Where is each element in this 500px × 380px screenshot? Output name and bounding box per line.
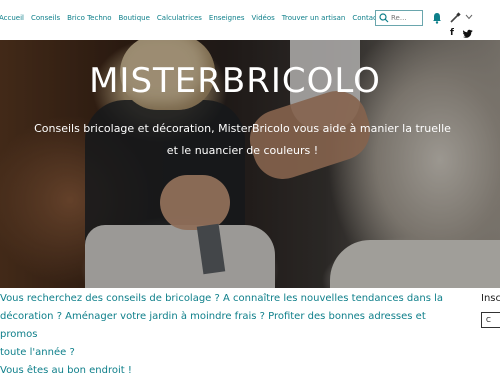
intro-line: toute l'année ? <box>0 347 75 358</box>
signup-title: Insc <box>481 293 500 304</box>
signup-button[interactable]: C <box>481 312 500 328</box>
bell-icon[interactable] <box>432 12 442 24</box>
intro-line: Vous recherchez des conseils de bricolag… <box>0 293 444 304</box>
hero-subtitle-line: et le nuancier de couleurs ! <box>166 144 319 157</box>
facebook-icon[interactable]: f <box>450 28 458 38</box>
search-input[interactable] <box>389 14 421 22</box>
nav-item-brico-techno[interactable]: Brico Techno <box>67 14 111 22</box>
nav-item-boutique[interactable]: Boutique <box>119 14 150 22</box>
nav-item-enseignes[interactable]: Enseignes <box>209 14 245 22</box>
search-icon <box>379 13 389 23</box>
nav-item-trouver-un-artisan[interactable]: Trouver un artisan <box>282 14 346 22</box>
hero-subtitle-line: Conseils bricolage et décoration, Mister… <box>34 122 451 135</box>
intro-line: décoration ? Aménager votre jardin à moi… <box>0 311 426 340</box>
search-box[interactable] <box>375 10 423 26</box>
nav-item-videos[interactable]: Vidéos <box>252 14 275 22</box>
hero-title: MISTERBRICOLO <box>89 61 381 101</box>
header: Accueil Conseils Brico Techno Boutique C… <box>0 0 500 40</box>
nav-item-accueil[interactable]: Accueil <box>0 14 24 22</box>
chevron-down-icon[interactable] <box>465 14 473 20</box>
nav-item-conseils[interactable]: Conseils <box>31 14 60 22</box>
intro-text: Vous recherchez des conseils de bricolag… <box>0 290 460 380</box>
intro-line: Vous êtes au bon endroit ! <box>0 365 132 376</box>
nav-item-calculatrices[interactable]: Calculatrices <box>157 14 202 22</box>
main-nav: Accueil Conseils Brico Techno Boutique C… <box>0 14 387 22</box>
twitter-icon[interactable] <box>463 29 473 38</box>
hero-subtitle: Conseils bricolage et décoration, Mister… <box>10 118 475 162</box>
brush-icon[interactable] <box>449 12 461 24</box>
